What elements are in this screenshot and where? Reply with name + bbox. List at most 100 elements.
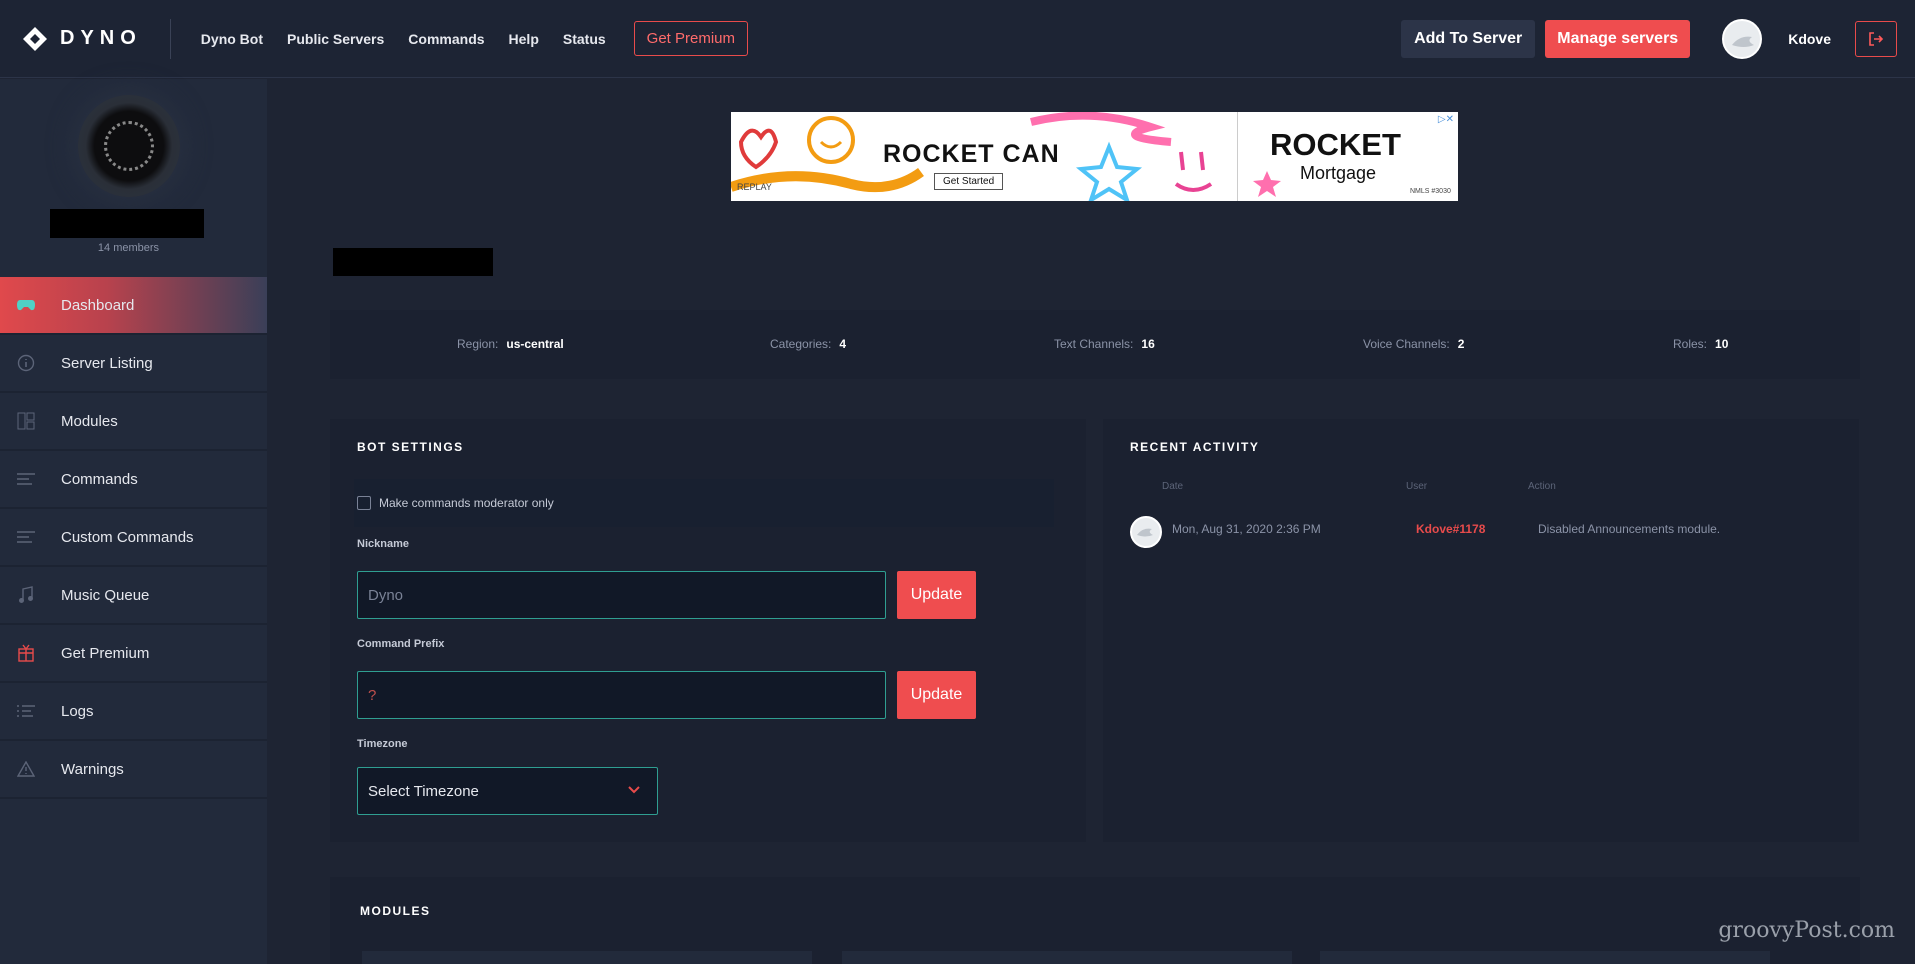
sidebar-item-music-queue[interactable]: Music Queue	[0, 567, 267, 625]
stat-roles: Roles: 10	[1673, 337, 1729, 351]
member-count: 14 members	[97, 242, 160, 254]
sidebar-item-server-listing[interactable]: Server Listing	[0, 335, 267, 393]
ad-headline: ROCKET CAN	[883, 140, 1060, 168]
logo-text: DYNO	[60, 27, 142, 49]
stat-text-channels: Text Channels: 16	[1054, 337, 1155, 351]
col-user: User	[1406, 481, 1428, 492]
server-icon[interactable]	[78, 95, 180, 197]
sidebar-item-label: Logs	[61, 702, 94, 720]
nav-dyno-bot[interactable]: Dyno Bot	[201, 31, 263, 47]
col-date: Date	[1162, 481, 1184, 492]
timezone-select[interactable]: Select Timezone	[357, 767, 658, 815]
sidebar-item-label: Warnings	[61, 760, 124, 778]
server-stats: Region: us-central Categories: 4 Text Chan…	[330, 310, 1860, 379]
get-premium-button[interactable]: Get Premium	[633, 21, 749, 56]
module-card[interactable]	[362, 951, 812, 964]
dove-icon	[1137, 528, 1153, 537]
username[interactable]: Kdove	[1788, 31, 1831, 47]
server-title-redacted	[333, 248, 493, 276]
sidebar-item-label: Get Premium	[61, 644, 150, 662]
recent-activity-panel: RECENT ACTIVITY Date User Action Mon, Au…	[1103, 419, 1859, 842]
timezone-label: Timezone	[357, 738, 408, 750]
sidebar-item-label: Custom Commands	[61, 528, 194, 546]
ad-brand-sub: Mortgage	[1300, 163, 1377, 183]
bot-settings-panel: BOT SETTINGS Make commands moderator onl…	[330, 419, 1086, 842]
music-icon	[15, 584, 37, 606]
nav-status[interactable]: Status	[563, 31, 606, 47]
nav-help[interactable]: Help	[509, 31, 539, 47]
modules-panel: MODULES	[330, 877, 1860, 964]
sidebar-item-logs[interactable]: Logs	[0, 683, 267, 741]
user-avatar[interactable]	[1722, 19, 1763, 59]
logs-icon	[15, 700, 37, 722]
logout-button[interactable]	[1855, 21, 1897, 57]
server-name-redacted	[50, 209, 204, 238]
ad-close-icon[interactable]: ▷✕	[1438, 114, 1454, 125]
module-card[interactable]	[1320, 951, 1770, 964]
modules-title: MODULES	[360, 904, 431, 918]
modules-icon	[15, 410, 37, 432]
commands-icon	[15, 468, 37, 490]
nav-commands[interactable]: Commands	[408, 31, 484, 47]
moderator-only-row: Make commands moderator only	[354, 479, 1054, 527]
top-right-actions: Add To Server Manage servers Kdove	[1401, 0, 1915, 78]
nickname-update-button[interactable]: Update	[897, 571, 976, 619]
activity-user[interactable]: Kdove#1178	[1416, 522, 1485, 536]
sidebar-item-label: Server Listing	[61, 354, 153, 372]
sidebar-item-label: Modules	[61, 412, 118, 430]
moderator-only-checkbox[interactable]	[357, 496, 371, 510]
dove-icon	[1732, 36, 1755, 47]
info-icon	[15, 352, 37, 374]
ad-rocket-mortgage[interactable]: ROCKET Mortgage NMLS #3030 ▷✕	[1237, 112, 1458, 201]
nav-public-servers[interactable]: Public Servers	[287, 31, 384, 47]
command-prefix-input[interactable]: ?	[357, 671, 886, 719]
gamepad-icon	[15, 294, 37, 316]
activity-action: Disabled Announcements module.	[1538, 522, 1721, 536]
ad-star-icon	[1253, 171, 1281, 197]
ad-get-started-button[interactable]: Get Started	[934, 173, 1004, 190]
bot-settings-title: BOT SETTINGS	[357, 440, 464, 454]
sidebar-item-warnings[interactable]: Warnings	[0, 741, 267, 799]
sidebar-item-commands[interactable]: Commands	[0, 451, 267, 509]
moderator-only-label[interactable]: Make commands moderator only	[379, 496, 554, 510]
recent-activity-title: RECENT ACTIVITY	[1130, 440, 1260, 454]
stat-voice-channels: Voice Channels: 2	[1363, 337, 1465, 351]
command-prefix-label: Command Prefix	[357, 638, 445, 650]
stat-region: Region: us-central	[457, 337, 564, 351]
warning-icon	[15, 758, 37, 780]
top-bar: DYNO Dyno Bot Public Servers Commands He…	[0, 0, 1915, 78]
sidebar-item-dashboard[interactable]: Dashboard	[0, 277, 267, 335]
main-nav: Dyno Bot Public Servers Commands Help St…	[201, 21, 749, 56]
sidebar-item-get-premium[interactable]: Get Premium	[0, 625, 267, 683]
nickname-label: Nickname	[357, 538, 409, 550]
ad-nmls: NMLS #3030	[1410, 188, 1451, 195]
gift-icon	[15, 642, 37, 664]
chevron-down-icon	[627, 782, 641, 798]
custom-commands-icon	[15, 526, 37, 548]
ad-replay[interactable]: REPLAY	[737, 182, 772, 192]
col-action: Action	[1528, 481, 1556, 492]
sidebar-item-label: Dashboard	[61, 296, 135, 314]
ad-rocket-can[interactable]: ROCKET CAN Get Started REPLAY	[731, 112, 1237, 201]
sidebar-item-custom-commands[interactable]: Custom Commands	[0, 509, 267, 567]
dyno-logo[interactable]: DYNO	[22, 18, 171, 59]
sidebar-menu: Dashboard Server Listing Modules Command…	[0, 277, 267, 799]
timezone-value: Select Timezone	[368, 782, 479, 800]
prefix-update-button[interactable]: Update	[897, 671, 976, 719]
manage-servers-button[interactable]: Manage servers	[1545, 20, 1691, 58]
stat-categories: Categories: 4	[770, 337, 847, 351]
ad-brand: ROCKET	[1270, 127, 1401, 162]
add-to-server-button[interactable]: Add To Server	[1401, 20, 1536, 58]
module-card[interactable]	[842, 951, 1292, 964]
watermark: groovyPost.com	[1718, 918, 1895, 943]
ad-banner[interactable]: ROCKET CAN Get Started REPLAY ROCKET Mor…	[731, 112, 1458, 201]
nickname-input[interactable]: Dyno	[357, 571, 886, 619]
dyno-logo-icon	[23, 26, 47, 51]
activity-avatar	[1130, 516, 1162, 548]
logout-icon	[1869, 32, 1884, 46]
sidebar-item-label: Commands	[61, 470, 138, 488]
sidebar-item-label: Music Queue	[61, 586, 150, 604]
sidebar-item-modules[interactable]: Modules	[0, 393, 267, 451]
sidebar: 14 members Dashboard Server Listing Modu…	[0, 79, 267, 964]
activity-date: Mon, Aug 31, 2020 2:36 PM	[1172, 522, 1321, 536]
